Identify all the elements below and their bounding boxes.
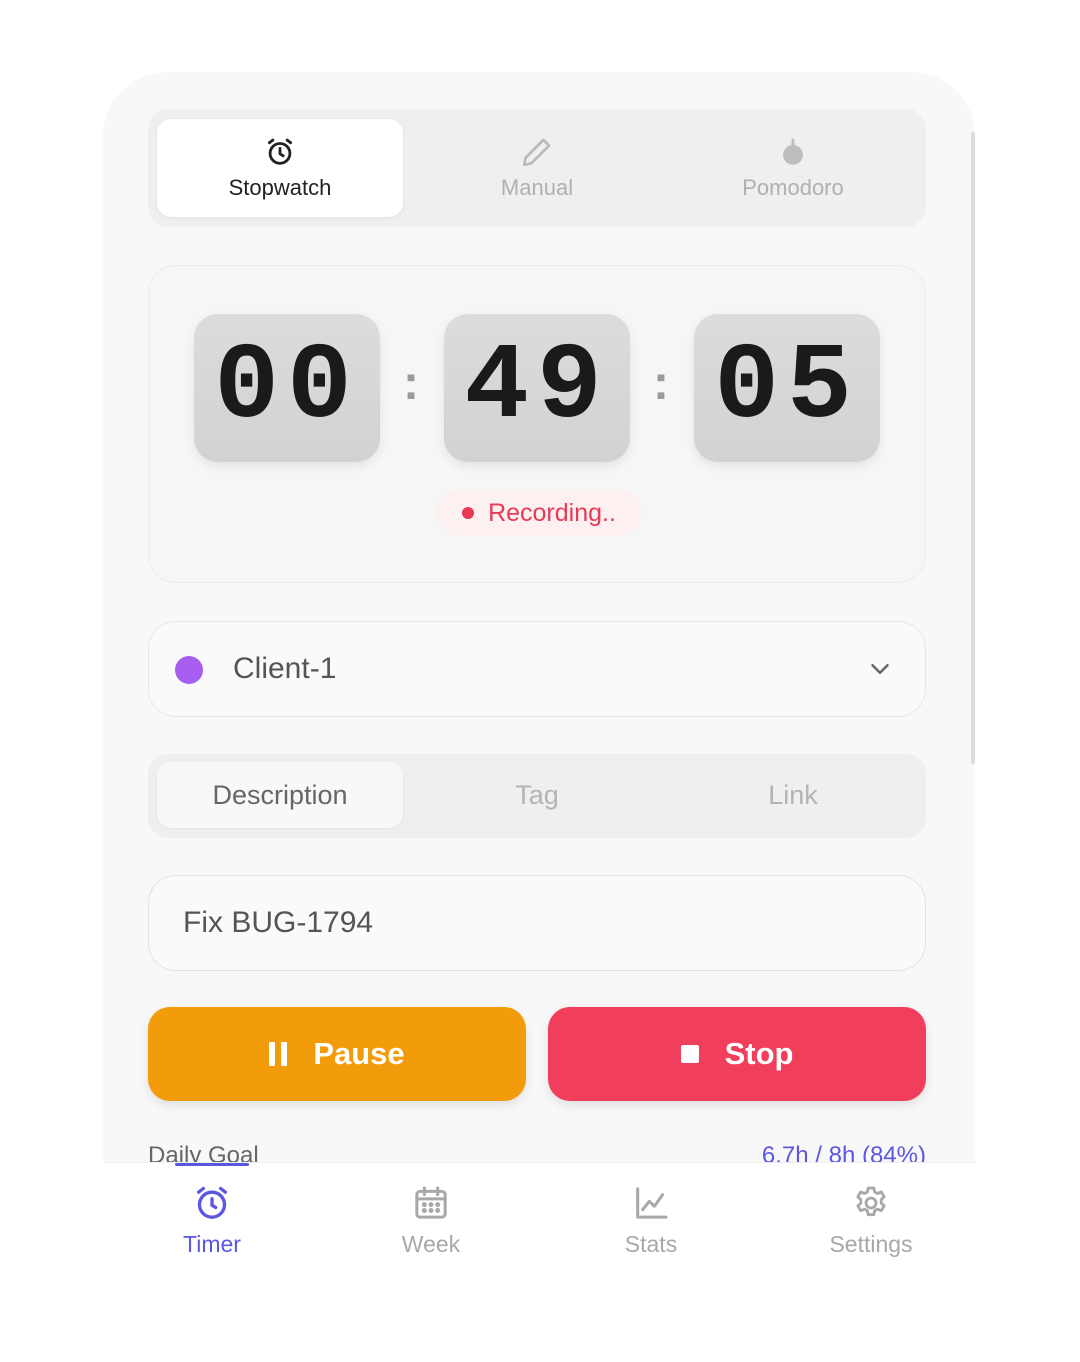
pause-button[interactable]: Pause: [148, 1007, 526, 1101]
nav-week-label: Week: [401, 1231, 461, 1257]
recording-status-label: Recording..: [488, 498, 616, 527]
client-name: Client-1: [233, 652, 337, 685]
field-tabs: Description Tag Link: [148, 754, 926, 838]
tab-stopwatch-label: Stopwatch: [228, 175, 332, 200]
timer-card: 00 : 49 : 05 Recording..: [148, 265, 926, 583]
client-select[interactable]: Client-1: [148, 621, 926, 717]
tab-pomodoro-label: Pomodoro: [742, 175, 844, 200]
mode-tabs: Stopwatch Manual Pomodoro: [148, 109, 926, 227]
alarm-clock-icon: [197, 1186, 227, 1219]
colon-separator: :: [653, 357, 669, 410]
pencil-icon: [522, 138, 551, 167]
gear-icon: [856, 1186, 886, 1217]
nav-settings-label: Settings: [829, 1231, 913, 1257]
nav-week[interactable]: Week: [356, 1183, 506, 1263]
tab-manual-label: Manual: [500, 175, 574, 200]
nav-stats[interactable]: Stats: [576, 1183, 726, 1263]
tab-link[interactable]: Link: [670, 762, 916, 828]
bottom-nav: Timer Week Stats Settings: [103, 1162, 975, 1272]
tab-tag[interactable]: Tag: [414, 762, 660, 828]
calendar-icon: [415, 1186, 447, 1219]
description-input[interactable]: [148, 875, 926, 971]
daily-goal-label: Daily Goal: [148, 1142, 259, 1164]
hours-display: 00: [194, 314, 380, 462]
alarm-clock-icon: [267, 138, 293, 165]
chevron-down-icon: [871, 664, 889, 674]
minutes-display: 49: [444, 314, 630, 462]
active-tab-indicator: [175, 1163, 249, 1166]
nav-timer-label: Timer: [183, 1231, 241, 1257]
recording-status-badge: Recording..: [436, 490, 642, 536]
stop-button[interactable]: Stop: [548, 1007, 926, 1101]
daily-goal-row: Daily Goal 6.7h / 8h (84%): [148, 1140, 926, 1164]
line-chart-icon: [636, 1187, 668, 1219]
colon-separator: :: [403, 357, 419, 410]
client-color-dot: [175, 656, 203, 684]
tab-stopwatch[interactable]: Stopwatch: [157, 119, 403, 217]
pause-icon: [269, 1042, 288, 1066]
seconds-display: 05: [694, 314, 880, 462]
tab-description[interactable]: Description: [157, 762, 403, 828]
daily-goal-value: 6.7h / 8h (84%): [761, 1142, 926, 1164]
stop-icon: [680, 1045, 699, 1063]
tab-manual[interactable]: Manual: [414, 119, 660, 217]
nav-timer[interactable]: Timer: [137, 1183, 287, 1263]
tab-pomodoro[interactable]: Pomodoro: [670, 119, 916, 217]
recording-dot-icon: [462, 507, 475, 519]
nav-settings[interactable]: Settings: [796, 1183, 946, 1263]
pause-button-label: Pause: [313, 1036, 405, 1071]
scrollbar[interactable]: [971, 132, 975, 764]
nav-stats-label: Stats: [624, 1231, 678, 1257]
stop-button-label: Stop: [724, 1036, 794, 1071]
app-panel: Stopwatch Manual Pomodoro 00 : 49 : 05 R…: [103, 72, 975, 1272]
tomato-icon: [783, 138, 803, 165]
